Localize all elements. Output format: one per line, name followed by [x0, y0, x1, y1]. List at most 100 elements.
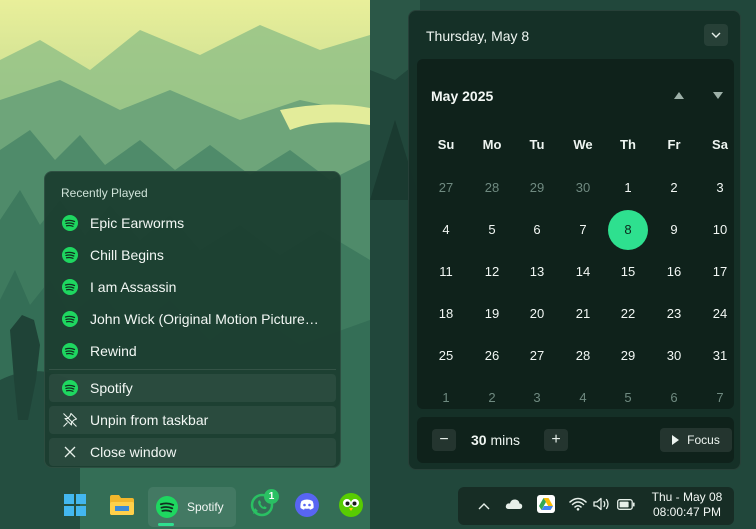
calendar-day[interactable]: 24 [700, 304, 740, 324]
recent-item-label: John Wick (Original Motion Picture Sound… [90, 311, 320, 327]
play-icon [672, 435, 680, 445]
recent-item-label: Epic Earworms [90, 215, 185, 231]
open-spotify-button[interactable]: Spotify [49, 374, 336, 402]
wifi-icon [569, 497, 587, 516]
decrease-minutes-button[interactable]: − [432, 429, 456, 451]
action-label: Spotify [90, 380, 133, 396]
google-drive-tray-button[interactable] [536, 494, 556, 516]
taskbar-discord[interactable] [288, 487, 326, 527]
selected-date-header: Thursday, May 8 [426, 28, 530, 44]
calendar-day[interactable]: 29 [608, 346, 648, 366]
recent-item-chill-begins[interactable]: Chill Begins [49, 241, 336, 269]
previous-month-button[interactable] [672, 89, 686, 101]
calendar-flyout: Thursday, May 8 May 2025 Su Mo Tu We Th Fr Sa 2… [408, 10, 741, 470]
calendar-day[interactable]: 31 [700, 346, 740, 366]
triangle-up-icon [674, 86, 684, 104]
recent-item-john-wick[interactable]: John Wick (Original Motion Picture Sound… [49, 305, 336, 333]
next-month-button[interactable] [711, 89, 725, 101]
onedrive-tray-button[interactable] [504, 496, 524, 516]
wifi-button[interactable] [568, 496, 588, 516]
calendar-day-today[interactable]: 8 [608, 210, 648, 250]
calendar-day[interactable]: 3 [700, 178, 740, 198]
recent-item-label: Chill Begins [90, 247, 164, 263]
calendar-day[interactable]: 22 [608, 304, 648, 324]
recent-item-epic-earworms[interactable]: Epic Earworms [49, 209, 336, 237]
calendar-day[interactable]: 12 [472, 262, 512, 282]
folder-icon [109, 494, 135, 521]
month-label[interactable]: May 2025 [431, 88, 493, 104]
calendar-day[interactable]: 4 [563, 388, 603, 408]
action-label: Unpin from taskbar [90, 412, 209, 428]
start-button[interactable] [57, 487, 93, 527]
calendar-day[interactable]: 7 [563, 220, 603, 240]
taskbar-clock[interactable]: Thu - May 08 08:00:47 PM [647, 490, 727, 520]
calendar-day[interactable]: 1 [426, 388, 466, 408]
windows-logo-icon [64, 493, 86, 521]
calendar-day[interactable]: 25 [426, 346, 466, 366]
calendar-day[interactable]: 19 [472, 304, 512, 324]
calendar-day[interactable]: 23 [654, 304, 694, 324]
calendar-day[interactable]: 1 [608, 178, 648, 198]
calendar-day[interactable]: 28 [472, 178, 512, 198]
calendar-day[interactable]: 13 [517, 262, 557, 282]
calendar-day[interactable]: 5 [608, 388, 648, 408]
calendar-day[interactable]: 7 [700, 388, 740, 408]
system-tray: Thu - May 08 08:00:47 PM [458, 487, 734, 525]
calendar-day[interactable]: 2 [472, 388, 512, 408]
volume-button[interactable] [592, 496, 612, 516]
unpin-from-taskbar-button[interactable]: Unpin from taskbar [49, 406, 336, 434]
battery-button[interactable] [616, 496, 636, 516]
taskbar-spotify[interactable]: Spotify [148, 487, 236, 527]
calendar-day[interactable]: 17 [700, 262, 740, 282]
calendar-day[interactable]: 16 [654, 262, 694, 282]
chevron-up-icon [478, 497, 490, 515]
close-window-button[interactable]: Close window [49, 438, 336, 466]
focus-session-bar: − 30 mins + Focus [417, 417, 734, 463]
calendar-day[interactable]: 27 [426, 178, 466, 198]
calendar-day[interactable]: 10 [700, 220, 740, 240]
spotify-taskbar-label: Spotify [187, 500, 224, 514]
clock-date: Thu - May 08 [651, 490, 723, 504]
focus-duration-unit: mins [490, 432, 521, 448]
calendar-day[interactable]: 4 [426, 220, 466, 240]
recent-item-rewind[interactable]: Rewind [49, 337, 336, 365]
whatsapp-notification-badge: 1 [264, 489, 279, 504]
weekday-header: Th [620, 137, 636, 152]
taskbar-file-explorer[interactable] [103, 487, 141, 527]
calendar-day[interactable]: 3 [517, 388, 557, 408]
calendar-day[interactable]: 28 [563, 346, 603, 366]
focus-duration-value: 30 [471, 432, 487, 448]
calendar-day[interactable]: 2 [654, 178, 694, 198]
spotify-icon [62, 343, 78, 359]
weekday-header: Mo [482, 137, 502, 152]
calendar-day[interactable]: 9 [654, 220, 694, 240]
battery-icon [617, 497, 635, 515]
calendar-day[interactable]: 6 [517, 220, 557, 240]
calendar-day[interactable]: 20 [517, 304, 557, 324]
taskbar-duolingo[interactable] [333, 487, 369, 527]
calendar-day[interactable]: 21 [563, 304, 603, 324]
calendar-day[interactable]: 15 [608, 262, 648, 282]
calendar-grid: May 2025 Su Mo Tu We Th Fr Sa 27 28 29 30 1 2 3 4 5 6 7 8 9… [417, 59, 734, 409]
calendar-day[interactable]: 18 [426, 304, 466, 324]
recent-item-i-am-assassin[interactable]: I am Assassin [49, 273, 336, 301]
weekday-header: We [573, 137, 593, 152]
duolingo-icon [338, 492, 364, 523]
calendar-day[interactable]: 30 [654, 346, 694, 366]
chevron-down-icon [711, 26, 721, 44]
calendar-day[interactable]: 11 [426, 262, 466, 282]
increase-minutes-button[interactable]: + [544, 429, 568, 451]
calendar-day[interactable]: 27 [517, 346, 557, 366]
calendar-day[interactable]: 29 [517, 178, 557, 198]
calendar-day[interactable]: 26 [472, 346, 512, 366]
focus-button-label: Focus [687, 433, 720, 447]
recent-item-label: Rewind [90, 343, 137, 359]
focus-duration: 30 mins [471, 432, 520, 448]
collapse-calendar-button[interactable] [704, 24, 728, 46]
calendar-day[interactable]: 6 [654, 388, 694, 408]
calendar-day[interactable]: 14 [563, 262, 603, 282]
start-focus-button[interactable]: Focus [660, 428, 732, 452]
calendar-day[interactable]: 5 [472, 220, 512, 240]
calendar-day[interactable]: 30 [563, 178, 603, 198]
show-hidden-icons-button[interactable] [474, 496, 494, 516]
